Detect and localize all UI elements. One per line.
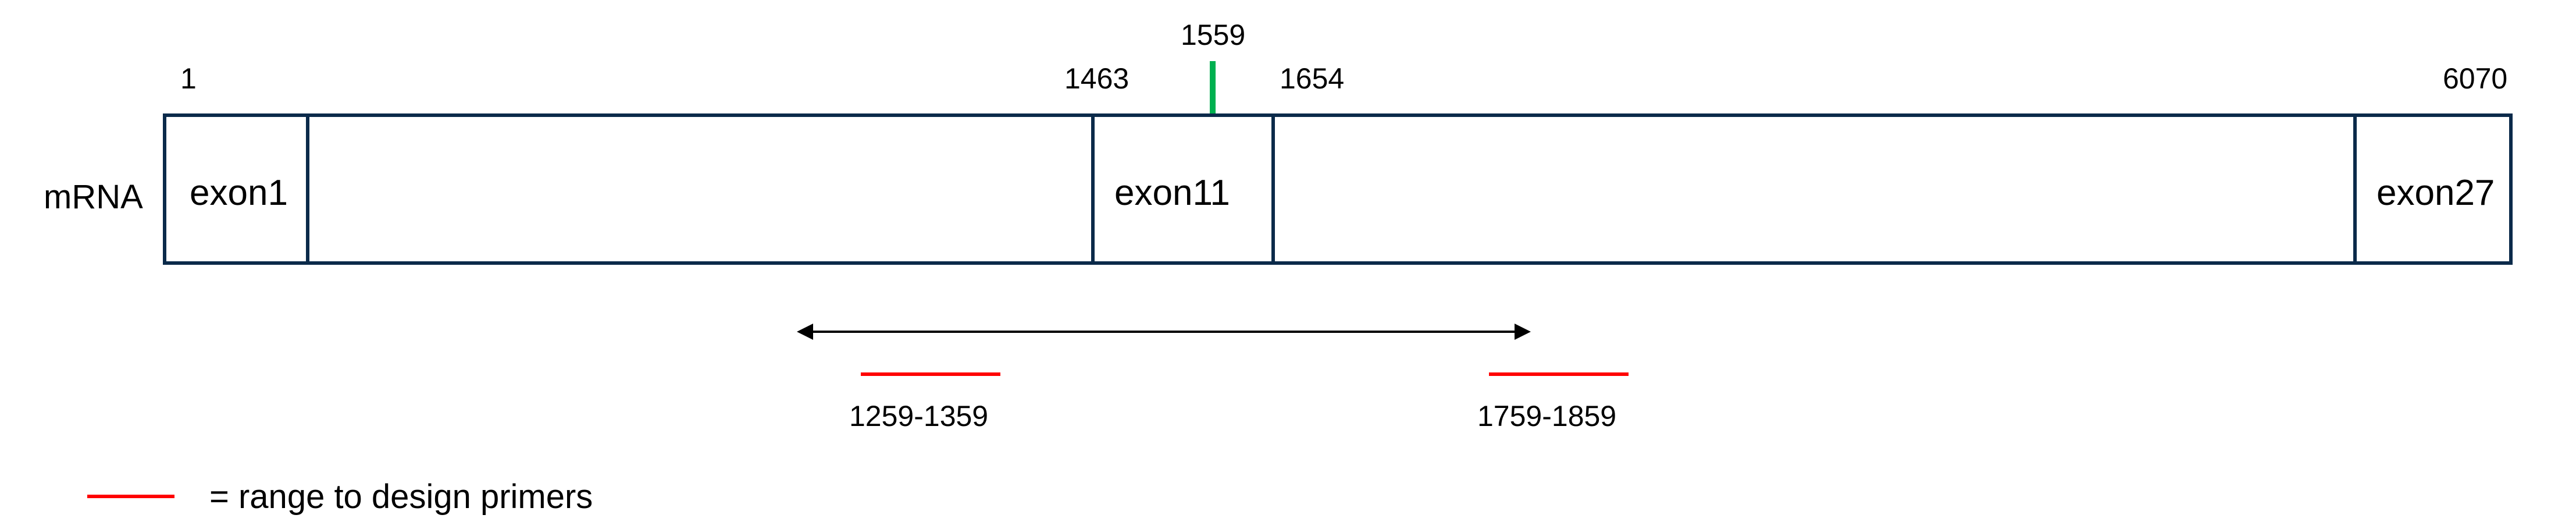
legend-red-line [87, 495, 174, 498]
arrow-right-head [1515, 324, 1531, 340]
legend-text: = range to design primers [209, 480, 593, 514]
pos-end-label: 6070 [2443, 64, 2507, 93]
exon27-label: exon27 [2377, 175, 2495, 211]
green-marker-tick [1210, 61, 1216, 113]
arrow-left-head [797, 324, 813, 340]
pos-marker-label: 1559 [1181, 20, 1245, 49]
divider-exon11-right [1271, 117, 1275, 261]
divider-after-exon1 [306, 117, 309, 261]
forward-primer-range-label: 1259-1359 [849, 402, 988, 431]
divider-exon27-left [2353, 117, 2357, 261]
exon11-label: exon11 [1114, 175, 1230, 211]
mrna-bar: exon1 exon11 exon27 [163, 113, 2513, 265]
pos-exon11-end-label: 1654 [1280, 64, 1344, 93]
reverse-primer-range-label: 1759-1859 [1477, 402, 1616, 431]
reverse-primer-range-line [1489, 372, 1629, 376]
pos-exon11-start-label: 1463 [1064, 64, 1129, 93]
amplicon-arrow [812, 331, 1516, 333]
divider-exon11-left [1091, 117, 1095, 261]
diagram-canvas: 1 1463 1559 1654 6070 mRNA exon1 exon11 … [0, 0, 2576, 529]
pos-start-label: 1 [180, 64, 197, 93]
forward-primer-range-line [861, 372, 1000, 376]
exon1-label: exon1 [190, 175, 288, 211]
lane-label-mrna: mRNA [44, 180, 143, 214]
